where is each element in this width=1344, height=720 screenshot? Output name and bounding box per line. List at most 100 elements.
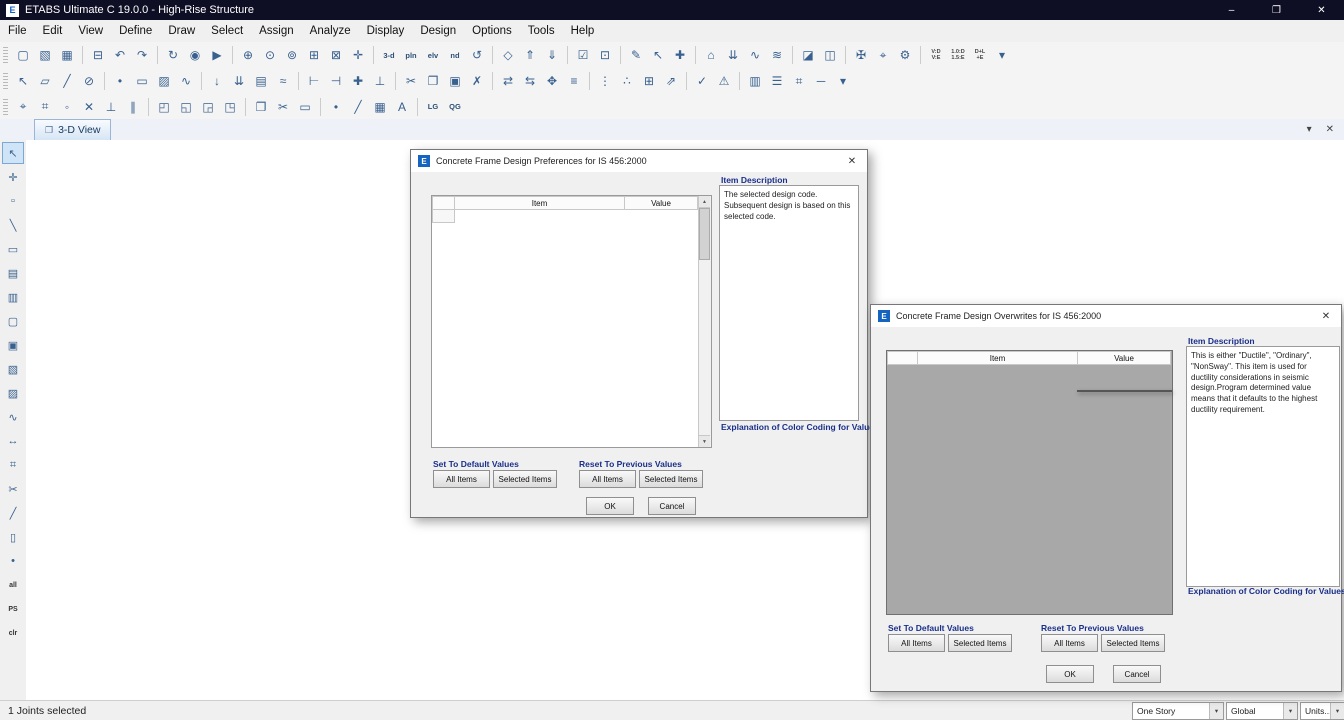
merge-joints-icon[interactable]: ∴ bbox=[617, 71, 637, 91]
menu-select[interactable]: Select bbox=[203, 20, 251, 42]
reset-all-items-button[interactable]: All Items bbox=[579, 470, 636, 488]
menu-edit[interactable]: Edit bbox=[35, 20, 71, 42]
show-all-icon[interactable]: all bbox=[2, 574, 24, 596]
reshape-tool-icon[interactable]: ✛ bbox=[2, 166, 24, 188]
frame-offsets-icon[interactable]: ⊣ bbox=[326, 71, 346, 91]
select-by-line-icon[interactable]: ╱ bbox=[57, 71, 77, 91]
set-default-selected-items-button[interactable]: Selected Items bbox=[948, 634, 1012, 652]
replicate-icon[interactable]: ⇄ bbox=[498, 71, 518, 91]
menu-view[interactable]: View bbox=[70, 20, 111, 42]
deselect-icon[interactable]: ⊘ bbox=[79, 71, 99, 91]
object-display-options-icon[interactable]: ☑ bbox=[573, 45, 593, 65]
cancel-button[interactable]: Cancel bbox=[648, 497, 696, 515]
measure-tool-icon[interactable]: ╱ bbox=[2, 502, 24, 524]
previous-selection-icon[interactable]: PS bbox=[2, 598, 24, 620]
area-load-icon[interactable]: ▤ bbox=[251, 71, 271, 91]
local-grid-icon[interactable]: LG bbox=[423, 97, 443, 117]
draw-reference-point-icon[interactable]: • bbox=[2, 550, 24, 572]
show-deformed-shape-icon[interactable]: ∿ bbox=[745, 45, 765, 65]
move-objects-icon[interactable]: ✥ bbox=[542, 71, 562, 91]
print-icon[interactable]: ⊟ bbox=[88, 45, 108, 65]
zoom-previous-icon[interactable]: ⊚ bbox=[282, 45, 302, 65]
table-scrollbar[interactable]: ▲ ▼ bbox=[698, 196, 711, 447]
set-default-all-items-button[interactable]: All Items bbox=[888, 634, 945, 652]
close-view-icon[interactable]: ✕ bbox=[1326, 124, 1334, 135]
frame-load-icon[interactable]: ⇊ bbox=[229, 71, 249, 91]
show-loads-icon[interactable]: ⇊ bbox=[723, 45, 743, 65]
local-axes-icon[interactable]: ✚ bbox=[348, 71, 368, 91]
lock-model-icon[interactable]: ◉ bbox=[185, 45, 205, 65]
building-limits-icon[interactable]: ▭ bbox=[295, 97, 315, 117]
clear-display-icon[interactable]: clr bbox=[2, 622, 24, 644]
zoom-full-view-icon[interactable]: ⊙ bbox=[260, 45, 280, 65]
start-steel-design-icon[interactable]: ◪ bbox=[798, 45, 818, 65]
object-viewer-icon[interactable]: ❐ bbox=[251, 97, 271, 117]
display-case-combo-icon[interactable]: D+L+E bbox=[970, 45, 990, 65]
assign-link-icon[interactable]: ∿ bbox=[176, 71, 196, 91]
menu-analyze[interactable]: Analyze bbox=[302, 20, 359, 42]
zoom-rubber-band-icon[interactable]: ⊕ bbox=[238, 45, 258, 65]
view-elevation-icon[interactable]: elv bbox=[423, 45, 443, 65]
move-building-up-icon[interactable]: ⇑ bbox=[520, 45, 540, 65]
view-named-icon[interactable]: nd bbox=[445, 45, 465, 65]
pointer-tool-icon[interactable]: ↖ bbox=[2, 142, 24, 164]
menu-define[interactable]: Define bbox=[111, 20, 160, 42]
draw-floor-icon[interactable]: ▢ bbox=[2, 310, 24, 332]
assign-joint-icon[interactable]: • bbox=[110, 71, 130, 91]
draw-link-icon[interactable]: ∿ bbox=[2, 406, 24, 428]
joint-load-icon[interactable]: ↓ bbox=[207, 71, 227, 91]
menu-draw[interactable]: Draw bbox=[160, 20, 203, 42]
units-selector[interactable]: Units... ▾ bbox=[1300, 702, 1344, 720]
quick-draw-secondary-beams-icon[interactable]: ▥ bbox=[2, 286, 24, 308]
align-points-icon[interactable]: ≡ bbox=[564, 71, 584, 91]
draw-dimension-line-icon[interactable]: ↔ bbox=[2, 430, 24, 452]
new-model-icon[interactable]: ▢ bbox=[13, 45, 33, 65]
view-top-icon[interactable]: ◰ bbox=[154, 97, 174, 117]
close-icon[interactable]: ✕ bbox=[837, 150, 867, 172]
set-view-limits-icon[interactable]: ⊡ bbox=[595, 45, 615, 65]
reference-planes-icon[interactable]: ─ bbox=[811, 71, 831, 91]
start-concrete-design-icon[interactable]: ◫ bbox=[820, 45, 840, 65]
more-commands-icon[interactable]: ▾ bbox=[992, 45, 1012, 65]
reset-all-items-button[interactable]: All Items bbox=[1041, 634, 1098, 652]
scrollbar-thumb[interactable] bbox=[699, 208, 710, 260]
view-left-icon[interactable]: ◲ bbox=[198, 97, 218, 117]
snap-to-joints-icon[interactable]: ⌖ bbox=[13, 97, 33, 117]
story-settings-icon[interactable]: ☰ bbox=[767, 71, 787, 91]
edit-paste-icon[interactable]: ▣ bbox=[445, 71, 465, 91]
undo-icon[interactable]: ↶ bbox=[110, 45, 130, 65]
section-cut-view-icon[interactable]: ✂ bbox=[273, 97, 293, 117]
menu-options[interactable]: Options bbox=[464, 20, 520, 42]
draw-wall-opening-icon[interactable]: ▯ bbox=[2, 526, 24, 548]
more-edit-icon[interactable]: ▾ bbox=[833, 71, 853, 91]
check-model-icon[interactable]: ✓ bbox=[692, 71, 712, 91]
move-building-down-icon[interactable]: ⇓ bbox=[542, 45, 562, 65]
snap-to-parallel-icon[interactable]: ∥ bbox=[123, 97, 143, 117]
pan-icon[interactable]: ✛ bbox=[348, 45, 368, 65]
quick-grid-icon[interactable]: QG bbox=[445, 97, 465, 117]
run-analysis-icon[interactable]: ▶ bbox=[207, 45, 227, 65]
draw-wall-icon[interactable]: ▧ bbox=[2, 358, 24, 380]
draw-special-joint-icon[interactable]: ▫ bbox=[2, 190, 24, 212]
rotate-3d-icon[interactable]: ↺ bbox=[467, 45, 487, 65]
draw-frame-icon[interactable]: ╲ bbox=[2, 214, 24, 236]
show-warnings-icon[interactable]: ⚠ bbox=[714, 71, 734, 91]
assign-shell-icon[interactable]: ▨ bbox=[154, 71, 174, 91]
zoom-in-icon[interactable]: ⊞ bbox=[304, 45, 324, 65]
snap-to-perpendicular-icon[interactable]: ⊥ bbox=[101, 97, 121, 117]
menu-design[interactable]: Design bbox=[412, 20, 464, 42]
display-case-factors-icon[interactable]: 1.0:D1.5:E bbox=[948, 45, 968, 65]
view-bottom-icon[interactable]: ◱ bbox=[176, 97, 196, 117]
edit-copy-icon[interactable]: ❐ bbox=[423, 71, 443, 91]
display-case-vd-ve-icon[interactable]: V:DV:E bbox=[926, 45, 946, 65]
delete-icon[interactable]: ✗ bbox=[467, 71, 487, 91]
close-icon[interactable]: ✕ bbox=[1311, 305, 1341, 327]
end-supports-icon[interactable]: ⊥ bbox=[370, 71, 390, 91]
zoom-out-icon[interactable]: ⊠ bbox=[326, 45, 346, 65]
story-selector[interactable]: One Story ▾ bbox=[1132, 702, 1224, 720]
assign-frame-icon[interactable]: ▭ bbox=[132, 71, 152, 91]
grid-settings-icon[interactable]: ⌗ bbox=[789, 71, 809, 91]
wall-stack-icon[interactable]: ▥ bbox=[745, 71, 765, 91]
dialog-titlebar[interactable]: E Concrete Frame Design Preferences for … bbox=[411, 150, 867, 172]
quick-draw-wall-icon[interactable]: ▨ bbox=[2, 382, 24, 404]
